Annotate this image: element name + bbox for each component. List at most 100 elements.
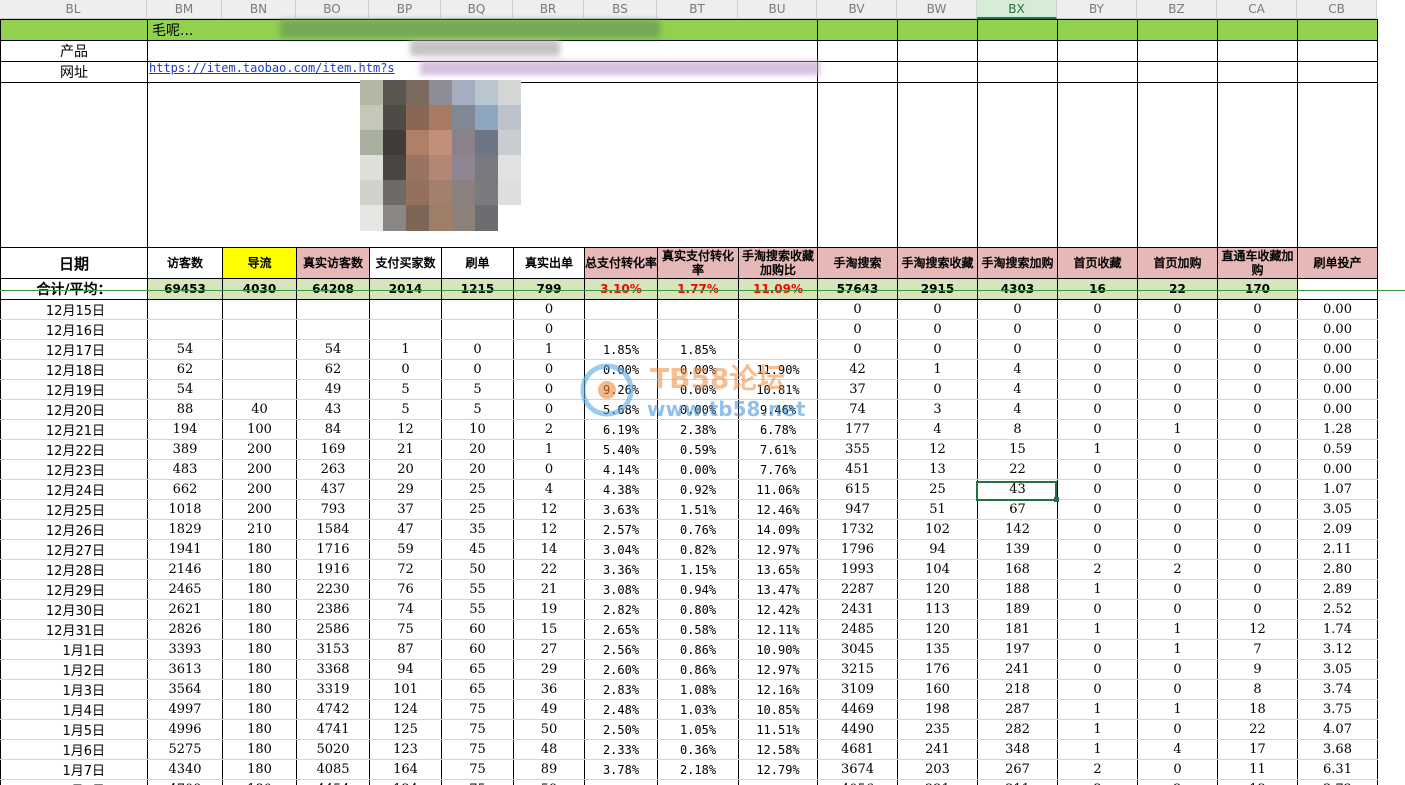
cell[interactable]: 0.80% — [657, 599, 739, 620]
summary-cell-11[interactable]: 4303 — [977, 278, 1058, 300]
cell[interactable]: 0 — [897, 339, 978, 360]
cell[interactable]: 45 — [441, 539, 514, 560]
cell[interactable]: 5 — [441, 379, 514, 400]
cell[interactable]: 1月3日 — [0, 679, 148, 700]
cell[interactable]: 22 — [977, 459, 1058, 480]
cell[interactable] — [147, 319, 223, 340]
cell[interactable]: 1 — [1057, 719, 1138, 740]
cell[interactable]: 0 — [441, 339, 514, 360]
cell[interactable]: 37 — [369, 499, 442, 520]
cell[interactable]: 12月17日 — [0, 339, 148, 360]
cell[interactable]: 59 — [513, 779, 585, 785]
cell[interactable]: 49 — [513, 699, 585, 720]
cell[interactable]: 54 — [147, 339, 223, 360]
cell[interactable]: 1 — [1137, 419, 1218, 440]
cell[interactable]: 12月18日 — [0, 359, 148, 380]
header-8[interactable]: 手淘搜索收藏加购比 — [738, 247, 818, 279]
cell[interactable]: 0.00% — [584, 359, 658, 380]
cell[interactable]: 18 — [1217, 699, 1298, 720]
cell[interactable]: 62 — [147, 359, 223, 380]
cell[interactable]: 120 — [897, 619, 978, 640]
cell[interactable]: 4681 — [817, 739, 898, 760]
cell[interactable]: 1月4日 — [0, 699, 148, 720]
cell[interactable]: 21 — [369, 439, 442, 460]
summary-cell-7[interactable]: 1.77% — [657, 278, 739, 300]
cell[interactable] — [441, 319, 514, 340]
cell[interactable]: 75 — [441, 719, 514, 740]
cell[interactable] — [222, 319, 297, 340]
cell[interactable]: 0 — [1217, 359, 1298, 380]
cell[interactable]: 0 — [1217, 379, 1298, 400]
cell[interactable]: 180 — [222, 619, 297, 640]
cell[interactable]: 2.60% — [584, 659, 658, 680]
cell[interactable]: 2.38% — [657, 419, 739, 440]
cell[interactable]: 2586 — [296, 619, 370, 640]
cell[interactable]: 793 — [296, 499, 370, 520]
cell[interactable]: 12 — [513, 499, 585, 520]
cell[interactable]: 2.52 — [1297, 599, 1378, 620]
cell[interactable]: 13 — [897, 459, 978, 480]
summary-cell-15[interactable] — [1297, 278, 1378, 300]
cell[interactable]: 2.11 — [1297, 539, 1378, 560]
cell[interactable]: 355 — [817, 439, 898, 460]
cell[interactable]: 12.97% — [738, 539, 818, 560]
cell[interactable] — [222, 379, 297, 400]
cell[interactable]: 1993 — [817, 559, 898, 580]
column-header-bz[interactable]: BZ — [1137, 0, 1217, 19]
cell[interactable]: 62 — [296, 359, 370, 380]
cell[interactable]: 49 — [296, 379, 370, 400]
cell[interactable]: 1584 — [296, 519, 370, 540]
cell[interactable]: 0 — [1057, 459, 1138, 480]
cell[interactable]: 180 — [222, 699, 297, 720]
cell[interactable]: 267 — [977, 759, 1058, 780]
cell[interactable]: 60 — [441, 619, 514, 640]
cell[interactable]: 1月5日 — [0, 719, 148, 740]
cell[interactable]: 0.59% — [657, 439, 739, 460]
cell[interactable]: 3.05 — [1297, 659, 1378, 680]
cell[interactable]: 0 — [513, 319, 585, 340]
cell[interactable]: 0 — [1057, 599, 1138, 620]
cell[interactable]: 1.85% — [657, 339, 739, 360]
column-header-bl[interactable]: BL — [0, 0, 147, 19]
cell[interactable]: 4 — [977, 359, 1058, 380]
cell[interactable]: 2.50% — [584, 719, 658, 740]
column-header-ca[interactable]: CA — [1217, 0, 1297, 19]
cell[interactable]: 4056 — [817, 779, 898, 785]
cell[interactable]: 12月15日 — [0, 299, 148, 320]
summary-cell-1[interactable]: 4030 — [222, 278, 297, 300]
cell[interactable]: 0 — [1217, 419, 1298, 440]
cell[interactable]: 29 — [513, 659, 585, 680]
cell[interactable]: 0.00 — [1297, 319, 1378, 340]
cell[interactable]: 1916 — [296, 559, 370, 580]
cell[interactable]: 180 — [222, 539, 297, 560]
cell[interactable]: 1.03% — [657, 699, 739, 720]
cell[interactable]: 142 — [977, 519, 1058, 540]
cell[interactable]: 1.28 — [1297, 419, 1378, 440]
cell[interactable] — [296, 299, 370, 320]
cell[interactable]: 198 — [897, 699, 978, 720]
column-header-by[interactable]: BY — [1057, 0, 1137, 19]
cell[interactable]: 0 — [977, 299, 1058, 320]
cell[interactable]: 3.78% — [584, 759, 658, 780]
cell[interactable]: 0 — [1137, 599, 1218, 620]
cell[interactable]: 0.00 — [1297, 339, 1378, 360]
column-header-bw[interactable]: BW — [897, 0, 977, 19]
cell[interactable]: 221 — [897, 779, 978, 785]
cell[interactable]: 20 — [441, 459, 514, 480]
header-9[interactable]: 手淘搜索 — [817, 247, 898, 279]
cell[interactable]: 7.76% — [738, 459, 818, 480]
cell[interactable]: 54 — [147, 379, 223, 400]
cell[interactable] — [369, 319, 442, 340]
cell[interactable]: 1732 — [817, 519, 898, 540]
cell[interactable]: 22 — [1217, 719, 1298, 740]
cell[interactable]: 0 — [1217, 499, 1298, 520]
cell[interactable]: 0 — [1057, 379, 1138, 400]
cell[interactable]: 200 — [222, 459, 297, 480]
cell[interactable]: 0 — [1057, 319, 1138, 340]
cell[interactable] — [657, 299, 739, 320]
cell[interactable]: 1月6日 — [0, 739, 148, 760]
cell[interactable]: 0 — [513, 379, 585, 400]
cell[interactable]: 2 — [1057, 759, 1138, 780]
cell[interactable]: 13.65% — [738, 559, 818, 580]
cell[interactable]: 22 — [513, 559, 585, 580]
